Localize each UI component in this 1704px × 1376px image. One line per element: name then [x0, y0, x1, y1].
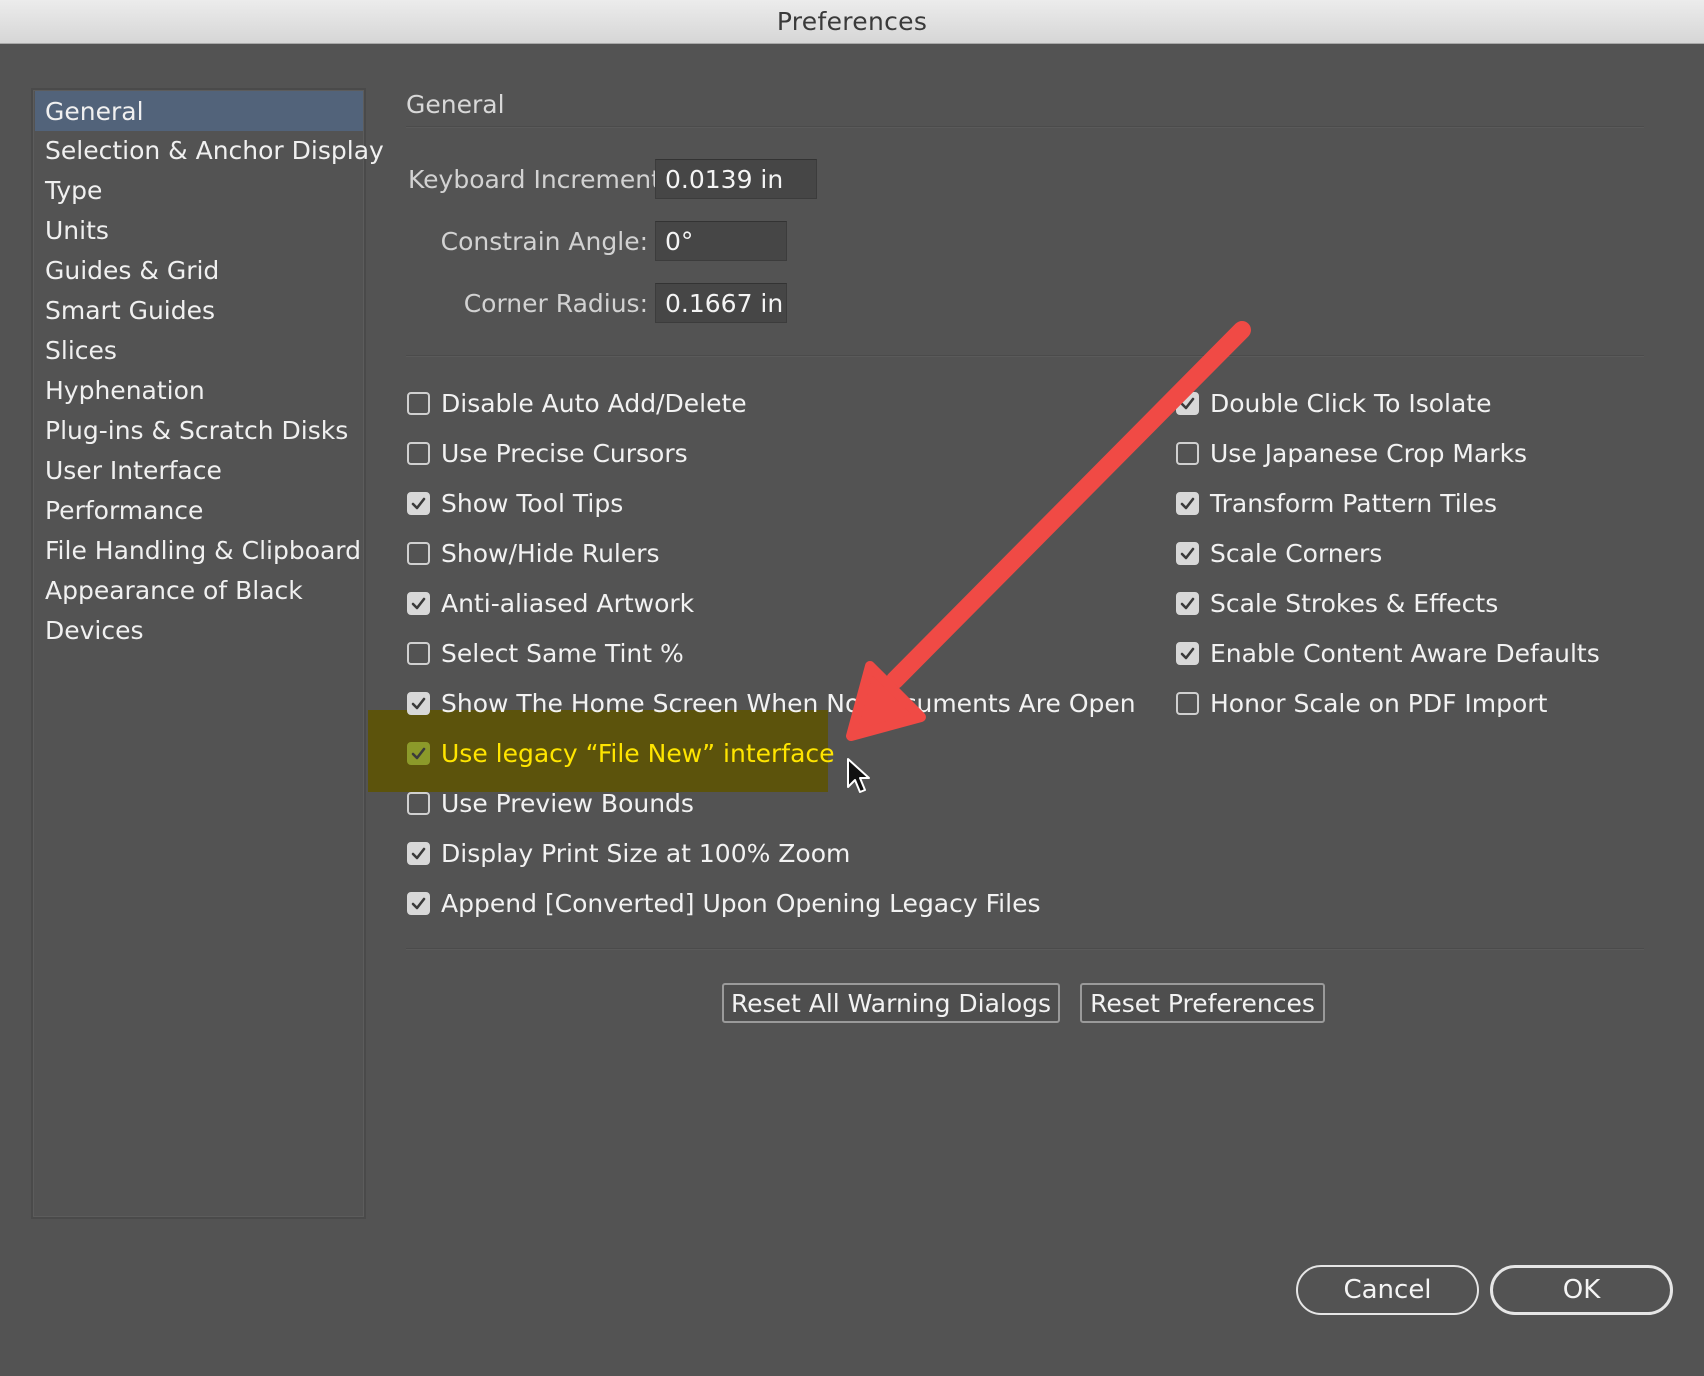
- checkbox[interactable]: [1176, 641, 1199, 665]
- checkbox-label: Disable Auto Add/Delete: [441, 388, 747, 418]
- checkbox[interactable]: [407, 491, 430, 515]
- checkbox-label: Show/Hide Rulers: [441, 538, 660, 568]
- ok-button[interactable]: OK: [1490, 1265, 1673, 1315]
- checkbox[interactable]: [1176, 541, 1199, 565]
- checkbox[interactable]: [407, 641, 430, 665]
- checkbox[interactable]: [1176, 691, 1199, 715]
- preferences-dialog: Preferences General Selection & Anchor D…: [0, 0, 1704, 1376]
- checkbox[interactable]: [407, 841, 430, 865]
- checkbox[interactable]: [407, 741, 430, 765]
- sidebar-item-user-interface[interactable]: User Interface: [35, 450, 363, 490]
- title-bar: Preferences: [0, 0, 1704, 44]
- divider: [406, 355, 1644, 357]
- checkbox-label: Transform Pattern Tiles: [1210, 488, 1497, 518]
- option-show-tool-tips[interactable]: Show Tool Tips: [407, 483, 623, 523]
- checkmark-icon: [411, 697, 426, 709]
- checkbox[interactable]: [1176, 391, 1199, 415]
- option-display-print-size-at-100-zoom[interactable]: Display Print Size at 100% Zoom: [407, 833, 850, 873]
- checkbox[interactable]: [1176, 441, 1199, 465]
- checkbox-label: Use legacy “File New” interface: [441, 738, 835, 768]
- checkmark-icon: [411, 597, 426, 609]
- option-use-preview-bounds[interactable]: Use Preview Bounds: [407, 783, 694, 823]
- option-show-the-home-screen-when-no-documents-are-open[interactable]: Show The Home Screen When No Documents A…: [407, 683, 1136, 723]
- divider: [406, 948, 1644, 950]
- checkbox-label: Use Japanese Crop Marks: [1210, 438, 1528, 468]
- checkbox-label: Enable Content Aware Defaults: [1210, 638, 1600, 668]
- checkbox-label: Honor Scale on PDF Import: [1210, 688, 1548, 718]
- checkbox-label: Use Preview Bounds: [441, 788, 694, 818]
- checkbox[interactable]: [1176, 491, 1199, 515]
- sidebar-item-plugins-scratch-disks[interactable]: Plug-ins & Scratch Disks: [35, 410, 363, 450]
- checkbox-label: Scale Corners: [1210, 538, 1383, 568]
- sidebar-item-slices[interactable]: Slices: [35, 330, 363, 370]
- checkbox-label: Scale Strokes & Effects: [1210, 588, 1499, 618]
- section-title: General: [406, 90, 505, 119]
- checkbox[interactable]: [407, 441, 430, 465]
- checkmark-icon: [411, 897, 426, 909]
- option-append-converted-upon-opening-legacy-files[interactable]: Append [Converted] Upon Opening Legacy F…: [407, 883, 1040, 923]
- checkbox[interactable]: [407, 391, 430, 415]
- checkbox-label: Anti-aliased Artwork: [441, 588, 695, 618]
- option-honor-scale-on-pdf-import[interactable]: Honor Scale on PDF Import: [1176, 683, 1547, 723]
- constrain-angle-input[interactable]: 0°: [655, 221, 787, 261]
- option-show-hide-rulers[interactable]: Show/Hide Rulers: [407, 533, 660, 573]
- option-disable-auto-add-delete[interactable]: Disable Auto Add/Delete: [407, 383, 747, 423]
- checkbox[interactable]: [1176, 591, 1199, 615]
- sidebar-item-guides-grid[interactable]: Guides & Grid: [35, 250, 363, 290]
- checkbox-label: Show The Home Screen When No Documents A…: [441, 688, 1136, 718]
- checkbox-label: Select Same Tint %: [441, 638, 684, 668]
- option-enable-content-aware-defaults[interactable]: Enable Content Aware Defaults: [1176, 633, 1600, 673]
- option-select-same-tint[interactable]: Select Same Tint %: [407, 633, 684, 673]
- checkmark-icon: [411, 497, 426, 509]
- checkmark-icon: [1180, 497, 1195, 509]
- sidebar-item-file-handling-clipboard[interactable]: File Handling & Clipboard: [35, 530, 363, 570]
- sidebar-item-devices[interactable]: Devices: [35, 610, 363, 650]
- corner-radius-input[interactable]: 0.1667 in: [655, 283, 787, 323]
- option-scale-corners[interactable]: Scale Corners: [1176, 533, 1382, 573]
- keyboard-increment-input[interactable]: 0.0139 in: [655, 159, 817, 199]
- checkbox-label: Display Print Size at 100% Zoom: [441, 838, 851, 868]
- option-transform-pattern-tiles[interactable]: Transform Pattern Tiles: [1176, 483, 1497, 523]
- constrain-angle-label: Constrain Angle:: [440, 227, 648, 256]
- checkbox-label: Show Tool Tips: [441, 488, 624, 518]
- option-use-precise-cursors[interactable]: Use Precise Cursors: [407, 433, 688, 473]
- checkbox[interactable]: [407, 541, 430, 565]
- window-title: Preferences: [776, 7, 928, 36]
- checkbox[interactable]: [407, 691, 430, 715]
- checkbox[interactable]: [407, 891, 430, 915]
- divider: [406, 126, 1644, 128]
- checkmark-icon: [1180, 647, 1195, 659]
- checkbox-label: Use Precise Cursors: [441, 438, 688, 468]
- cancel-button[interactable]: Cancel: [1296, 1265, 1479, 1315]
- option-scale-strokes-effects[interactable]: Scale Strokes & Effects: [1176, 583, 1498, 623]
- mouse-pointer-icon: [847, 758, 870, 793]
- sidebar-item-hyphenation[interactable]: Hyphenation: [35, 370, 363, 410]
- checkbox[interactable]: [407, 591, 430, 615]
- checkbox-label: Double Click To Isolate: [1210, 388, 1492, 418]
- checkmark-icon: [1180, 597, 1195, 609]
- sidebar-item-general[interactable]: General: [35, 91, 363, 131]
- checkmark-icon: [411, 747, 426, 759]
- option-anti-aliased-artwork[interactable]: Anti-aliased Artwork: [407, 583, 694, 623]
- reset-preferences-button[interactable]: Reset Preferences: [1080, 983, 1325, 1023]
- checkbox[interactable]: [407, 791, 430, 815]
- sidebar-item-appearance-of-black[interactable]: Appearance of Black: [35, 570, 363, 610]
- checkbox-label: Append [Converted] Upon Opening Legacy F…: [441, 888, 1041, 918]
- sidebar-item-selection-anchor-display[interactable]: Selection & Anchor Display: [35, 130, 384, 170]
- sidebar-item-smart-guides[interactable]: Smart Guides: [35, 290, 363, 330]
- sidebar-item-performance[interactable]: Performance: [35, 490, 363, 530]
- preferences-sidebar: General Selection & Anchor Display Type …: [31, 88, 384, 1219]
- corner-radius-label: Corner Radius:: [463, 289, 648, 318]
- sidebar-item-units[interactable]: Units: [35, 210, 363, 250]
- option-use-legacy-file-new-interface[interactable]: Use legacy “File New” interface: [407, 733, 835, 773]
- checkmark-icon: [1180, 397, 1195, 409]
- checkmark-icon: [1180, 547, 1195, 559]
- option-use-japanese-crop-marks[interactable]: Use Japanese Crop Marks: [1176, 433, 1527, 473]
- option-double-click-to-isolate[interactable]: Double Click To Isolate: [1176, 383, 1491, 423]
- keyboard-increment-label: Keyboard Increment:: [408, 165, 670, 194]
- sidebar-item-type[interactable]: Type: [35, 170, 363, 210]
- reset-warning-dialogs-button[interactable]: Reset All Warning Dialogs: [722, 983, 1060, 1023]
- checkmark-icon: [411, 847, 426, 859]
